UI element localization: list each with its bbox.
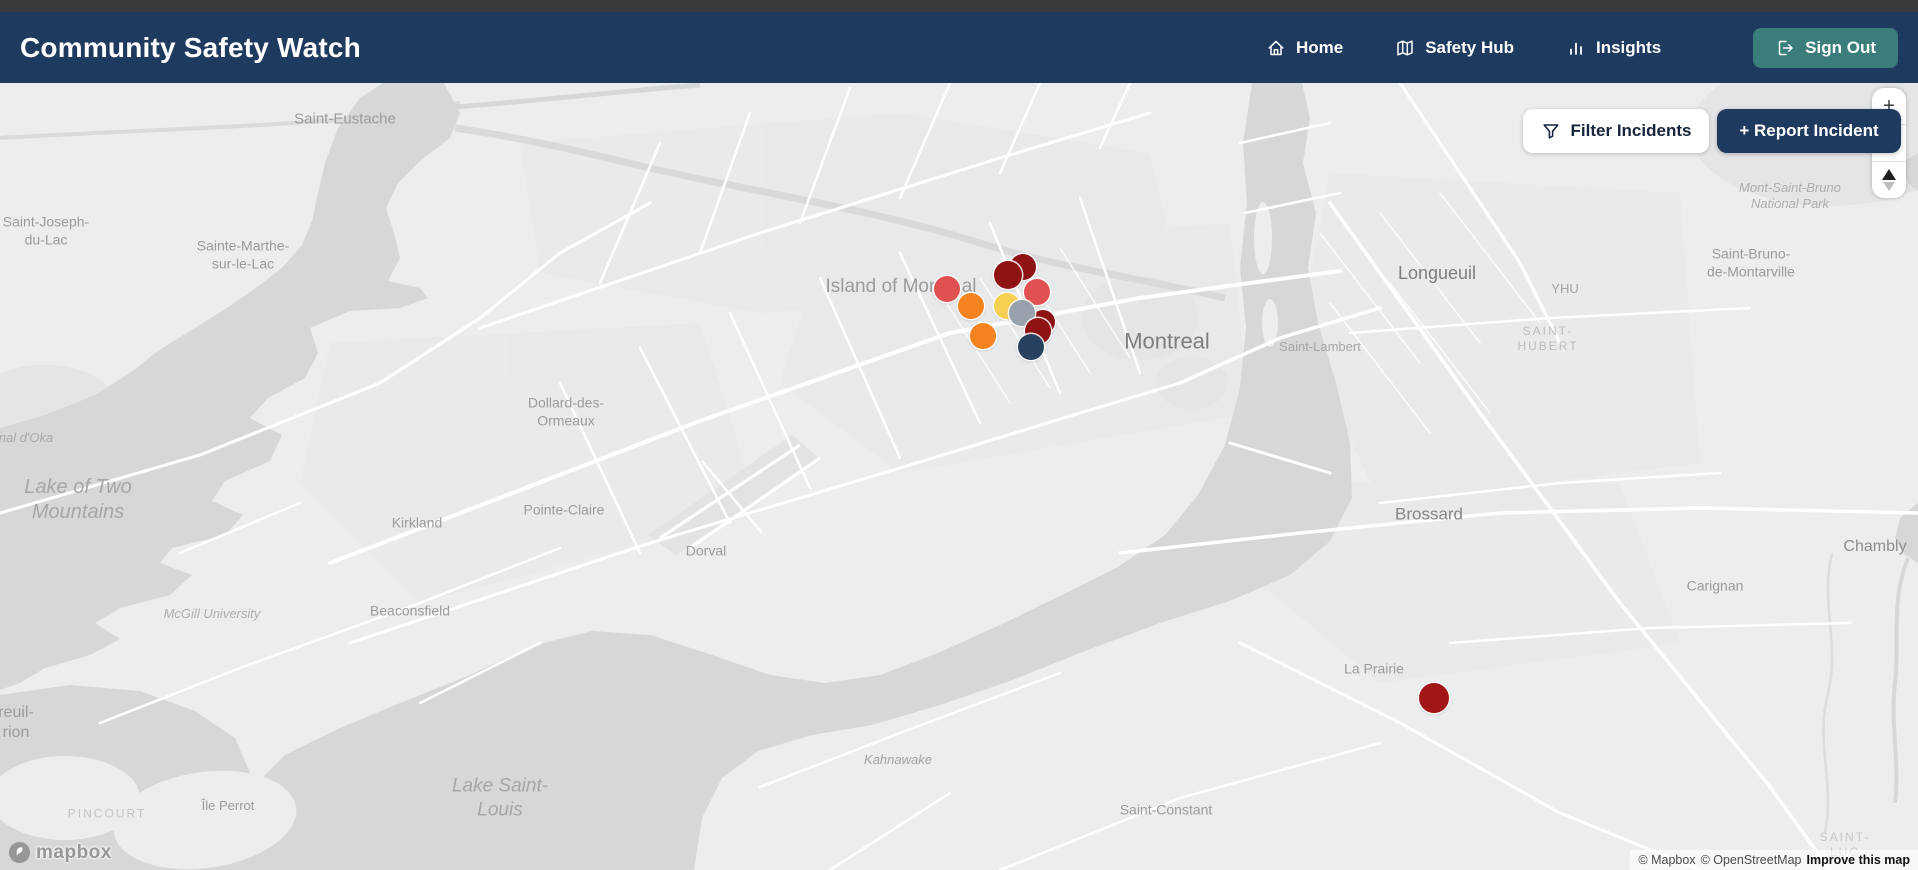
- map-canvas[interactable]: Saint-Eustache Saint-Joseph- du-Lac Sainte…: [0, 83, 1918, 870]
- nav-item-home[interactable]: Home: [1266, 38, 1343, 58]
- sign-out-button[interactable]: Sign Out: [1753, 27, 1898, 68]
- app-header: Community Safety Watch Home Safety Hub Ins…: [0, 12, 1918, 83]
- incident-marker[interactable]: [958, 293, 984, 319]
- nav-item-safety-hub[interactable]: Safety Hub: [1395, 38, 1514, 58]
- nav-item-insights[interactable]: Insights: [1566, 38, 1661, 58]
- insights-chart-icon: [1566, 38, 1586, 58]
- funnel-icon: [1541, 121, 1561, 141]
- mapbox-wordmark: mapbox: [36, 841, 112, 863]
- incident-marker[interactable]: [934, 276, 960, 302]
- attribution-osm-link[interactable]: © OpenStreetMap: [1701, 853, 1802, 867]
- mapbox-logo-icon: [8, 841, 31, 864]
- compass-button[interactable]: [1872, 162, 1906, 198]
- basemap-artwork: [0, 83, 1918, 870]
- filter-incidents-button[interactable]: Filter Incidents: [1523, 109, 1709, 153]
- compass-down-icon: [1883, 182, 1895, 191]
- main-nav: Home Safety Hub Insights Sign Out: [1266, 27, 1898, 68]
- report-incident-button[interactable]: + Report Incident: [1717, 109, 1901, 153]
- filter-incidents-label: Filter Incidents: [1570, 121, 1692, 140]
- incident-marker[interactable]: [970, 323, 996, 349]
- incident-marker[interactable]: [1419, 683, 1449, 713]
- mapbox-logo[interactable]: mapbox: [8, 841, 112, 864]
- report-incident-label: + Report Incident: [1739, 121, 1879, 140]
- improve-this-map-link[interactable]: Improve this map: [1807, 853, 1911, 867]
- map-attribution: © Mapbox © OpenStreetMap Improve this ma…: [1630, 850, 1918, 870]
- attribution-mapbox-link[interactable]: © Mapbox: [1638, 853, 1695, 867]
- incident-marker[interactable]: [994, 261, 1022, 289]
- sign-out-icon: [1775, 38, 1795, 58]
- sign-out-label: Sign Out: [1805, 37, 1876, 57]
- map-icon: [1395, 38, 1415, 58]
- nav-items: Home Safety Hub Insights: [1266, 38, 1661, 58]
- incident-marker[interactable]: [1018, 334, 1044, 360]
- app-title: Community Safety Watch: [20, 31, 361, 63]
- compass-up-icon: [1882, 169, 1896, 180]
- home-icon: [1266, 38, 1286, 58]
- window-top-strip: [0, 0, 1918, 12]
